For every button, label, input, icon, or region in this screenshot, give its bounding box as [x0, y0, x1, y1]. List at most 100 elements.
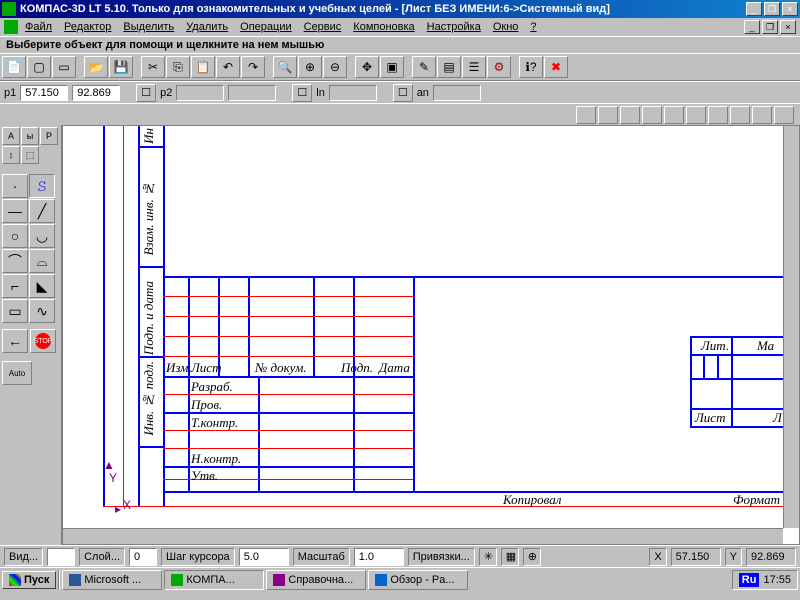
task-kompas[interactable]: КОМПА... — [164, 570, 264, 590]
fit-button[interactable]: ▣ — [380, 56, 404, 78]
layer-button[interactable]: Слой... — [79, 548, 125, 566]
snap-4-button[interactable] — [642, 106, 662, 124]
arc-tool[interactable]: ⌒ — [2, 249, 28, 273]
menu-operations[interactable]: Операции — [235, 20, 296, 34]
menu-window[interactable]: Окно — [488, 20, 524, 34]
snap-5-button[interactable] — [664, 106, 684, 124]
clock[interactable]: 17:55 — [763, 574, 791, 586]
style-a-button[interactable]: A — [2, 127, 20, 145]
snap-icon-2[interactable]: ▦ — [501, 548, 519, 566]
menu-layout[interactable]: Компоновка — [348, 20, 419, 34]
mdi-close-button[interactable]: × — [780, 20, 796, 34]
redo-button[interactable]: ↷ — [241, 56, 265, 78]
new-detail-button[interactable]: ▭ — [52, 56, 76, 78]
menu-service[interactable]: Сервис — [299, 20, 347, 34]
style-c-button[interactable]: Р — [40, 127, 58, 145]
open-button[interactable]: 📂 — [84, 56, 108, 78]
snap-9-button[interactable] — [752, 106, 772, 124]
properties-button[interactable]: ▤ — [437, 56, 461, 78]
menu-help[interactable]: ? — [525, 20, 541, 34]
drawing-canvas[interactable]: Инв. № подл. Подп. и дата Взам. инв. № И… — [62, 125, 800, 545]
y-axis-arrow: ▲ — [103, 458, 115, 472]
snap-10-button[interactable] — [774, 106, 794, 124]
point-tool[interactable]: · — [2, 174, 28, 198]
start-button[interactable]: Пуск — [2, 571, 56, 589]
variables-button[interactable]: ⚙ — [487, 56, 511, 78]
arc-center-tool[interactable]: ◡ — [29, 224, 55, 248]
language-indicator[interactable]: Ru — [739, 573, 760, 587]
snaps-button[interactable]: Привязки... — [408, 548, 475, 566]
p1-y-field[interactable]: 92.869 — [72, 85, 120, 101]
snap-3-button[interactable] — [620, 106, 640, 124]
snap-icon-3[interactable]: ⊕ — [523, 548, 541, 566]
layers-button[interactable]: ☰ — [462, 56, 486, 78]
save-button[interactable]: 💾 — [109, 56, 133, 78]
circle-tool[interactable]: ○ — [2, 224, 28, 248]
horizontal-scrollbar[interactable] — [63, 528, 783, 544]
stamp-inv-dubl: Ин — [141, 128, 157, 144]
cut-button[interactable]: ✂ — [141, 56, 165, 78]
new-drawing-button[interactable]: 📄 — [2, 56, 26, 78]
task-browser[interactable]: Обзор - Pa... — [368, 570, 468, 590]
view-button[interactable]: Вид... — [4, 548, 43, 566]
task-word[interactable]: Microsoft ... — [62, 570, 162, 590]
an-toggle[interactable]: ☐ — [393, 84, 413, 102]
auto-button[interactable]: Auto — [2, 361, 32, 385]
ln-field[interactable] — [329, 85, 377, 101]
new-fragment-button[interactable]: ▢ — [27, 56, 51, 78]
linetype2-button[interactable]: ⬚ — [21, 146, 39, 164]
undo-button[interactable]: ↶ — [216, 56, 240, 78]
scale-field[interactable]: 1.0 — [354, 548, 404, 566]
task-help[interactable]: Справочна... — [266, 570, 366, 590]
mdi-restore-button[interactable]: ❐ — [762, 20, 778, 34]
redraw-button[interactable]: ✎ — [412, 56, 436, 78]
style-b-button[interactable]: ы — [21, 127, 39, 145]
linetype-button[interactable]: ↕ — [2, 146, 20, 164]
step-field[interactable]: 5.0 — [239, 548, 289, 566]
menu-file[interactable]: Файл — [20, 20, 57, 34]
menu-app-icon[interactable] — [4, 20, 18, 34]
contour-tool[interactable]: 𝚂 — [29, 174, 55, 198]
layer-field[interactable]: 0 — [129, 548, 157, 566]
p2-toggle[interactable]: ☐ — [136, 84, 156, 102]
maximize-button[interactable]: ❐ — [764, 2, 780, 16]
an-field[interactable] — [433, 85, 481, 101]
fillet-tool[interactable]: ⌐ — [2, 274, 28, 298]
zoom-in-button[interactable]: ⊕ — [298, 56, 322, 78]
snap-1-button[interactable] — [576, 106, 596, 124]
p1-x-field[interactable]: 57.150 — [20, 85, 68, 101]
minimize-button[interactable]: _ — [746, 2, 762, 16]
menu-settings[interactable]: Настройка — [422, 20, 486, 34]
menu-select[interactable]: Выделить — [118, 20, 179, 34]
stamp-inv-podl: Инв. № подл. — [141, 361, 157, 436]
snap-icon-1[interactable]: ✳ — [479, 548, 497, 566]
menu-delete[interactable]: Удалить — [181, 20, 233, 34]
line-tool[interactable]: ╱ — [29, 199, 55, 223]
snap-7-button[interactable] — [708, 106, 728, 124]
menu-editor[interactable]: Редактор — [59, 20, 116, 34]
zoom-button[interactable]: 🔍 — [273, 56, 297, 78]
zoom-out-button[interactable]: ⊖ — [323, 56, 347, 78]
snap-2-button[interactable] — [598, 106, 618, 124]
context-help-button[interactable]: ℹ? — [519, 56, 543, 78]
snap-6-button[interactable] — [686, 106, 706, 124]
close-doc-button[interactable]: ✖ — [544, 56, 568, 78]
hline-tool[interactable]: — — [2, 199, 28, 223]
p2-x-field[interactable] — [176, 85, 224, 101]
copy-button[interactable]: ⎘ — [166, 56, 190, 78]
view-field[interactable] — [47, 548, 75, 566]
close-button[interactable]: × — [782, 2, 798, 16]
arc2-tool[interactable]: ⌓ — [29, 249, 55, 273]
paste-button[interactable]: 📋 — [191, 56, 215, 78]
ln-toggle[interactable]: ☐ — [292, 84, 312, 102]
p2-y-field[interactable] — [228, 85, 276, 101]
polyline-tool[interactable]: ∿ — [29, 299, 55, 323]
mdi-minimize-button[interactable]: _ — [744, 20, 760, 34]
vertical-scrollbar[interactable] — [783, 126, 799, 528]
stop-button[interactable]: STOP — [30, 329, 56, 353]
pan-button[interactable]: ✥ — [355, 56, 379, 78]
back-tool[interactable]: ← — [2, 329, 28, 353]
snap-8-button[interactable] — [730, 106, 750, 124]
chamfer-tool[interactable]: ◣ — [29, 274, 55, 298]
rect-tool[interactable]: ▭ — [2, 299, 28, 323]
